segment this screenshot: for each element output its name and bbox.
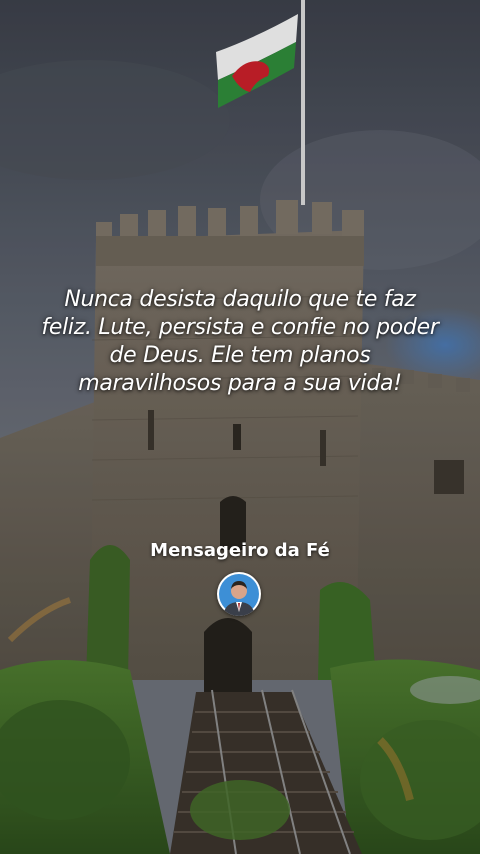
castle-background-image bbox=[0, 0, 480, 854]
author-name: Mensageiro da Fé bbox=[150, 540, 330, 561]
person-portrait-icon bbox=[219, 574, 259, 616]
author-avatar bbox=[217, 572, 261, 616]
wallpaper-scene: Nunca desista daquilo que te faz feliz. … bbox=[0, 0, 480, 854]
motivational-quote: Nunca desista daquilo que te faz feliz. … bbox=[41, 287, 439, 396]
